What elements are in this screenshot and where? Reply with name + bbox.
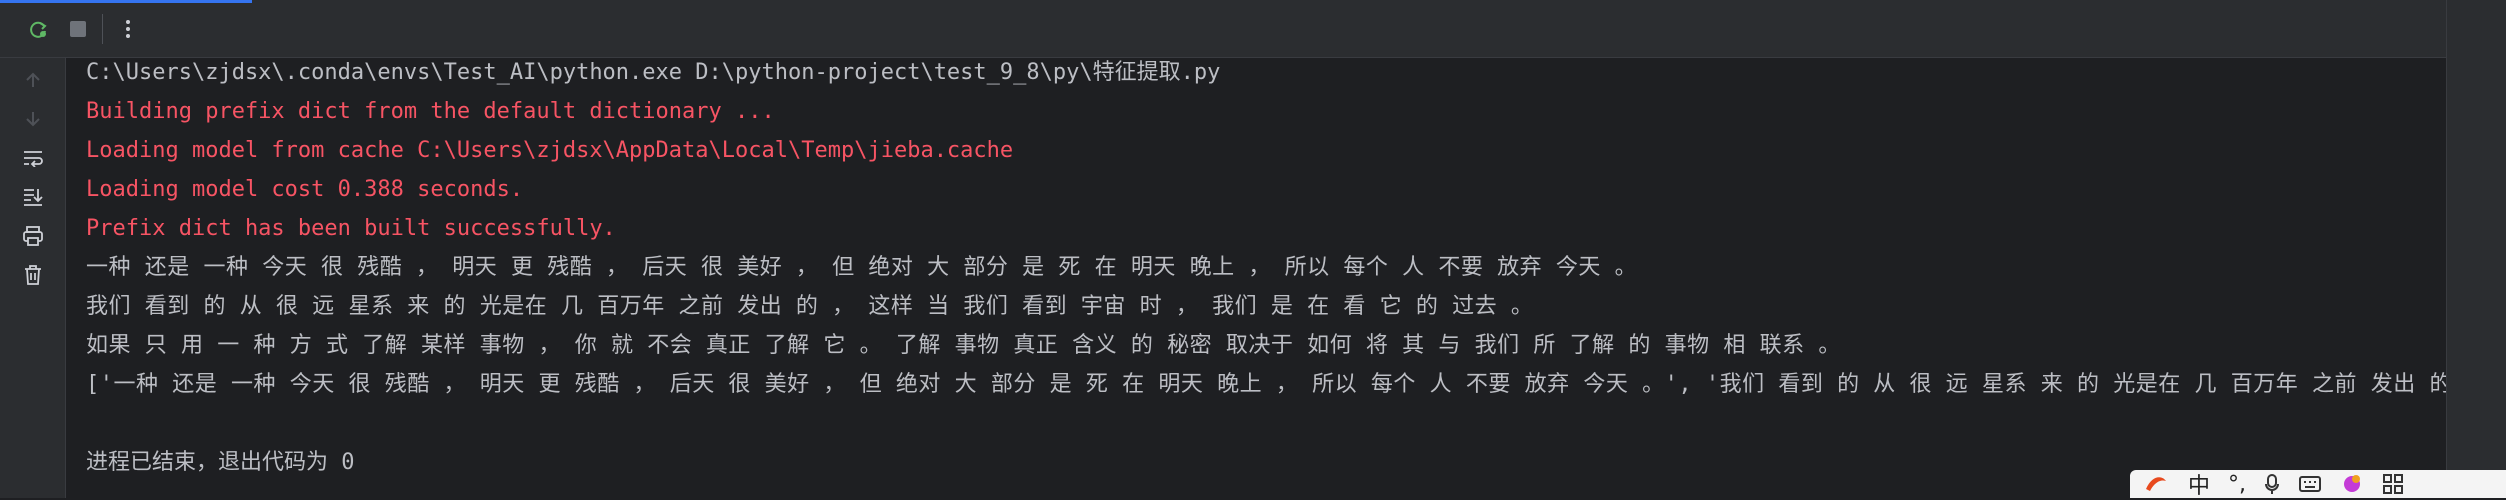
keyboard-icon[interactable] xyxy=(2298,474,2322,494)
console-line-stderr: Building prefix dict from the default di… xyxy=(86,99,775,124)
stop-icon xyxy=(70,21,86,37)
rerun-button[interactable] xyxy=(22,13,54,45)
right-tool-strip xyxy=(2446,0,2506,498)
console-line-exit-status: 进程已结束，退出代码为 0 xyxy=(86,450,355,475)
soft-wrap-icon xyxy=(24,151,43,167)
print-button[interactable] xyxy=(17,220,49,252)
scroll-up-button[interactable] xyxy=(17,64,49,96)
down-arrow-icon xyxy=(26,112,40,127)
up-arrow-icon xyxy=(26,72,40,87)
ime-toolbar: 中 °, xyxy=(2130,468,2506,500)
skin-icon[interactable] xyxy=(2340,473,2364,495)
run-toolbar xyxy=(0,0,2446,58)
print-icon xyxy=(23,226,43,246)
ime-language-toggle[interactable]: 中 xyxy=(2188,468,2210,500)
ime-punctuation-toggle[interactable]: °, xyxy=(2228,472,2246,497)
console-side-toolbar xyxy=(0,58,66,498)
console-line-output: ['一种 还是 一种 今天 很 残酷 ， 明天 更 残酷 ， 后天 很 美好 ，… xyxy=(86,372,2446,397)
console-line-stderr: Loading model cost 0.388 seconds. xyxy=(86,177,524,202)
trash-icon xyxy=(25,265,41,285)
rerun-icon xyxy=(30,21,47,38)
clear-all-button[interactable] xyxy=(17,259,49,291)
console-line-output: 如果 只 用 一 种 方 式 了解 某样 事物 ， 你 就 不会 真正 了解 它… xyxy=(86,333,1841,358)
grid-menu-icon[interactable] xyxy=(2382,473,2404,495)
console-line-stderr: Loading model from cache C:\Users\zjdsx\… xyxy=(86,138,1014,163)
console-line-output: 一种 还是 一种 今天 很 残酷 ， 明天 更 残酷 ， 后天 很 美好 ， 但… xyxy=(86,255,1638,280)
scroll-down-button[interactable] xyxy=(17,103,49,135)
more-options-icon xyxy=(126,20,130,38)
stop-button[interactable] xyxy=(62,13,94,45)
microphone-icon[interactable] xyxy=(2264,473,2280,495)
console-output[interactable]: C:\Users\zjdsx\.conda\envs\Test_AI\pytho… xyxy=(66,58,2446,498)
scroll-to-end-icon xyxy=(24,189,43,206)
console-line-output: 我们 看到 的 从 很 远 星系 来 的 光是在 几 百万年 之前 发出 的 ，… xyxy=(86,294,1534,319)
more-options-button[interactable] xyxy=(112,13,144,45)
toolbar-separator xyxy=(102,14,103,44)
soft-wrap-button[interactable] xyxy=(17,142,49,174)
ime-logo-icon[interactable] xyxy=(2142,473,2170,495)
active-tab-indicator xyxy=(0,0,252,3)
scroll-to-end-button[interactable] xyxy=(17,181,49,213)
console-line-stderr: Prefix dict has been built successfully. xyxy=(86,216,616,241)
console-line-command: C:\Users\zjdsx\.conda\envs\Test_AI\pytho… xyxy=(86,60,1221,85)
